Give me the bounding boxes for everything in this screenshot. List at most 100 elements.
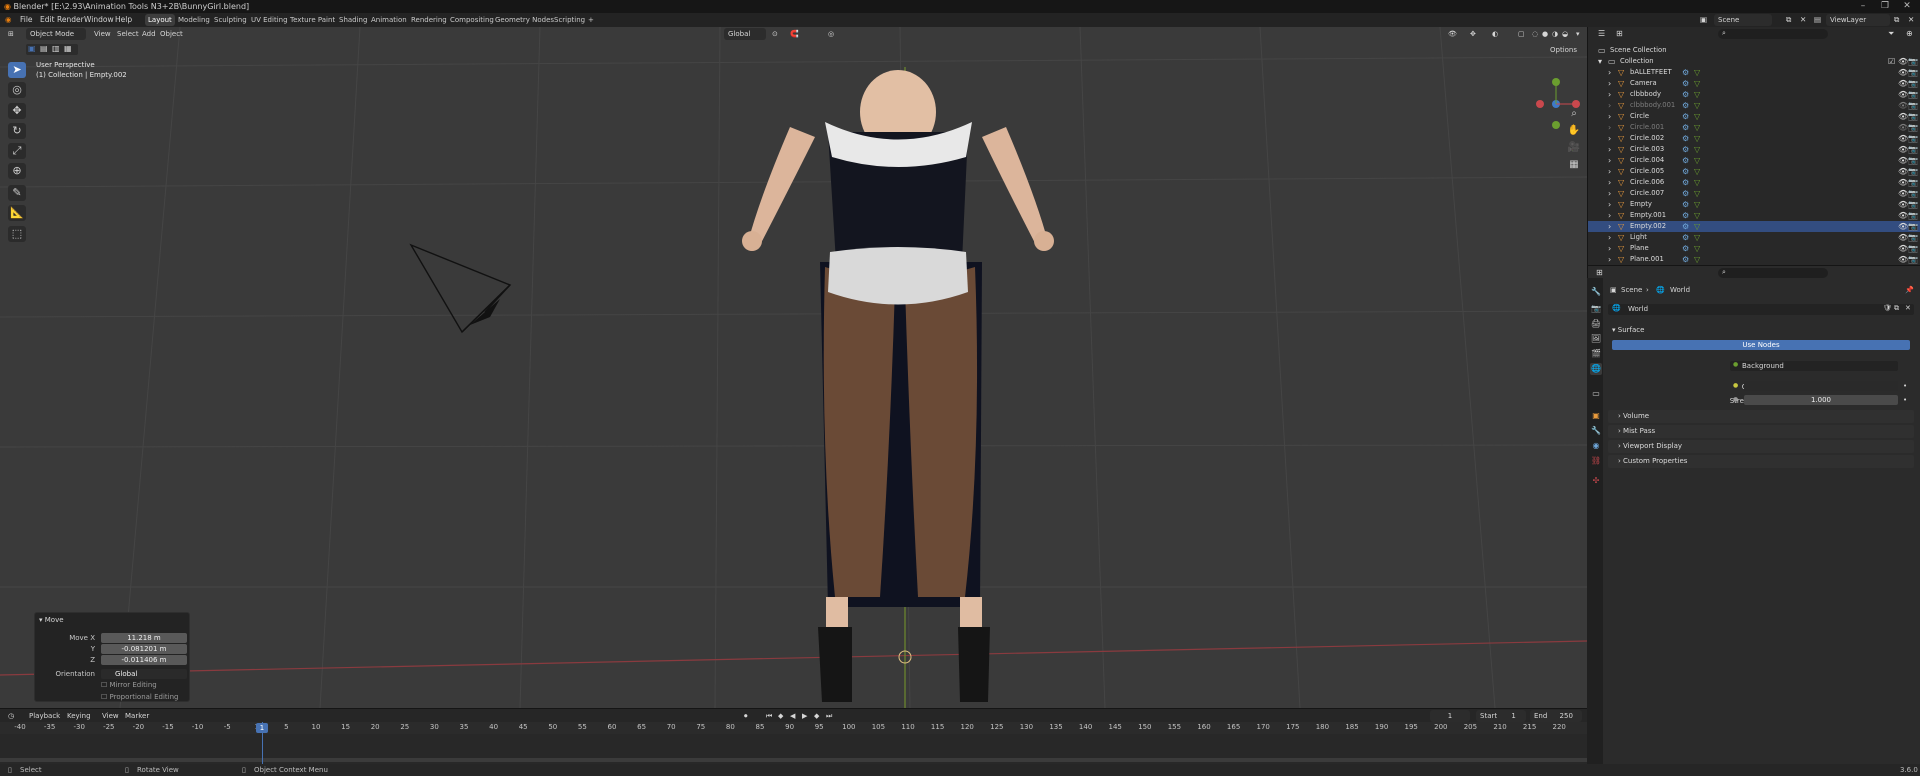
- record-button-icon[interactable]: ⏺: [744, 710, 748, 722]
- menu-playback[interactable]: Playback: [29, 710, 60, 722]
- add-workspace-button[interactable]: +: [585, 14, 597, 26]
- rotate-tool[interactable]: ↻: [8, 123, 26, 139]
- jump-start-icon[interactable]: ⏮: [766, 710, 772, 722]
- physics-tab-icon[interactable]: ◉: [1590, 440, 1602, 452]
- outliner-item[interactable]: › ▽ clbbbody ⚙ ▽ 👁 📷: [1588, 89, 1920, 100]
- zoom-icon[interactable]: ⌕: [1567, 107, 1581, 121]
- outliner-item[interactable]: › ▽ Camera ⚙ ▽ 👁 📷: [1588, 78, 1920, 89]
- select-box-tool[interactable]: ➤: [8, 62, 26, 78]
- expand-arrow-icon[interactable]: ›: [1608, 210, 1611, 221]
- render-tab-icon[interactable]: 📷: [1590, 303, 1602, 315]
- tab-rendering[interactable]: Rendering: [408, 14, 450, 26]
- view-layer-delete-icon[interactable]: ✕: [1908, 13, 1914, 27]
- shading-options-icon[interactable]: ▾: [1576, 28, 1580, 40]
- visibility-eye-icon[interactable]: 👁: [1898, 177, 1908, 188]
- prev-key-icon[interactable]: ◆: [778, 710, 783, 722]
- render-camera-icon[interactable]: 📷: [1908, 144, 1918, 155]
- blender-menu-icon[interactable]: ◉: [5, 13, 12, 27]
- pin-icon[interactable]: 📌: [1905, 286, 1914, 294]
- visibility-icon[interactable]: 👁: [1448, 28, 1457, 40]
- tab-texture-paint[interactable]: Texture Paint: [287, 14, 338, 26]
- expand-arrow-icon[interactable]: ›: [1608, 78, 1611, 89]
- playhead[interactable]: 1: [256, 723, 268, 733]
- select-mode-intersect-icon[interactable]: ▦: [64, 44, 72, 53]
- shading-wireframe-icon[interactable]: ◌: [1532, 28, 1538, 40]
- expand-arrow-icon[interactable]: ›: [1608, 177, 1611, 188]
- render-camera-icon[interactable]: 📷: [1908, 177, 1918, 188]
- outliner-item[interactable]: › ▽ Plane.001 ⚙ ▽ 👁 📷: [1588, 254, 1920, 265]
- menu-edit[interactable]: Edit: [40, 13, 55, 27]
- transform-tool[interactable]: ⊕: [8, 163, 26, 179]
- outliner-item[interactable]: › ▽ bALLETFEET ⚙ ▽ 👁 📷: [1588, 67, 1920, 78]
- snap-icon[interactable]: 🧲: [790, 28, 799, 40]
- modifier-tab-icon[interactable]: 🔧: [1590, 425, 1602, 437]
- color-keyframe-icon[interactable]: •: [1903, 382, 1907, 390]
- outliner-item[interactable]: › ▽ Empty.001 ⚙ ▽ 👁 📷: [1588, 210, 1920, 221]
- expand-arrow-icon[interactable]: ›: [1608, 188, 1611, 199]
- start-frame-field[interactable]: Start 1: [1476, 710, 1526, 722]
- shading-material-icon[interactable]: ◑: [1552, 28, 1558, 40]
- expand-arrow-icon[interactable]: ▾: [1598, 56, 1602, 67]
- menu-file[interactable]: File: [20, 13, 33, 27]
- scene-delete-icon[interactable]: ✕: [1800, 13, 1806, 27]
- visibility-eye-icon[interactable]: 👁: [1898, 89, 1908, 100]
- output-tab-icon[interactable]: 🖨: [1590, 318, 1602, 330]
- data-tab-icon[interactable]: ✣: [1590, 475, 1602, 487]
- render-camera-icon[interactable]: 📷: [1908, 188, 1918, 199]
- next-key-icon[interactable]: ◆: [814, 710, 819, 722]
- expand-arrow-icon[interactable]: ›: [1608, 100, 1611, 111]
- render-camera-icon[interactable]: 📷: [1908, 122, 1918, 133]
- play-reverse-icon[interactable]: ◀: [790, 710, 795, 722]
- outliner-item[interactable]: › ▽ Circle.001 ⚙ ▽ 👁 📷: [1588, 122, 1920, 133]
- camera-view-icon[interactable]: 🎥: [1567, 141, 1581, 155]
- menu-object[interactable]: Object: [160, 28, 183, 40]
- breadcrumb-world[interactable]: World: [1670, 286, 1690, 294]
- render-camera-icon[interactable]: 📷: [1908, 100, 1918, 111]
- expand-arrow-icon[interactable]: ›: [1608, 166, 1611, 177]
- visibility-eye-icon[interactable]: 👁: [1898, 122, 1908, 133]
- move-tool[interactable]: ✥: [8, 103, 26, 119]
- outliner-item[interactable]: › ▽ Empty.002 ⚙ ▽ 👁 📷: [1588, 221, 1920, 232]
- pivot-icon[interactable]: ⊙: [772, 28, 778, 40]
- timeline-ruler[interactable]: -40-35-30-25-20-15-10-515101520253035404…: [0, 722, 1587, 734]
- current-frame-field[interactable]: 1: [1430, 710, 1470, 722]
- expand-arrow-icon[interactable]: ›: [1608, 232, 1611, 243]
- tab-sculpting[interactable]: Sculpting: [211, 14, 250, 26]
- navigation-gizmo[interactable]: [1536, 78, 1580, 129]
- volume-section-header[interactable]: › Volume: [1608, 410, 1914, 423]
- view-layer-new-icon[interactable]: ⧉: [1894, 13, 1899, 27]
- world-tab-icon[interactable]: 🌐: [1590, 363, 1602, 375]
- cursor-tool[interactable]: ◎: [8, 82, 26, 98]
- visibility-eye-icon[interactable]: 👁: [1898, 232, 1908, 243]
- proportional-editing-checkbox[interactable]: ☐ Proportional Editing: [101, 693, 178, 701]
- menu-marker[interactable]: Marker: [125, 710, 149, 722]
- visibility-eye-icon[interactable]: 👁: [1898, 221, 1908, 232]
- visibility-eye-icon[interactable]: 👁: [1898, 144, 1908, 155]
- annotate-tool[interactable]: ✎: [8, 185, 26, 201]
- visibility-eye-icon[interactable]: 👁: [1898, 166, 1908, 177]
- measure-tool[interactable]: 📐: [8, 205, 26, 221]
- properties-search-input[interactable]: ⌕: [1718, 268, 1828, 278]
- overlays-icon[interactable]: ◐: [1492, 28, 1498, 40]
- fake-user-icon[interactable]: 🛡: [1883, 304, 1892, 312]
- menu-window[interactable]: Window: [84, 13, 114, 27]
- editor-type-icon[interactable]: ⊞: [8, 28, 14, 40]
- scene-new-icon[interactable]: ⧉: [1786, 13, 1791, 27]
- end-frame-field[interactable]: End 250: [1530, 710, 1582, 722]
- render-camera-icon[interactable]: 📷: [1908, 89, 1918, 100]
- expand-arrow-icon[interactable]: ›: [1608, 144, 1611, 155]
- maximize-button[interactable]: ❐: [1874, 0, 1896, 13]
- play-icon[interactable]: ▶: [802, 710, 807, 722]
- collection-tab-icon[interactable]: ▭: [1590, 388, 1602, 400]
- surface-shader-selector[interactable]: ● Background: [1730, 361, 1898, 371]
- pan-hand-icon[interactable]: ✋: [1567, 124, 1581, 138]
- shading-rendered-icon[interactable]: ◒: [1562, 28, 1568, 40]
- move-z-field[interactable]: -0.011406 m: [101, 655, 187, 665]
- select-mode-subtract-icon[interactable]: ▥: [52, 44, 60, 53]
- render-camera-icon[interactable]: 📷: [1908, 199, 1918, 210]
- menu-help[interactable]: Help: [115, 13, 132, 27]
- visibility-eye-icon[interactable]: 👁: [1898, 78, 1908, 89]
- menu-select[interactable]: Select: [117, 28, 139, 40]
- tab-scripting[interactable]: Scripting: [551, 14, 588, 26]
- exclude-checkbox-icon[interactable]: ☑: [1888, 56, 1895, 67]
